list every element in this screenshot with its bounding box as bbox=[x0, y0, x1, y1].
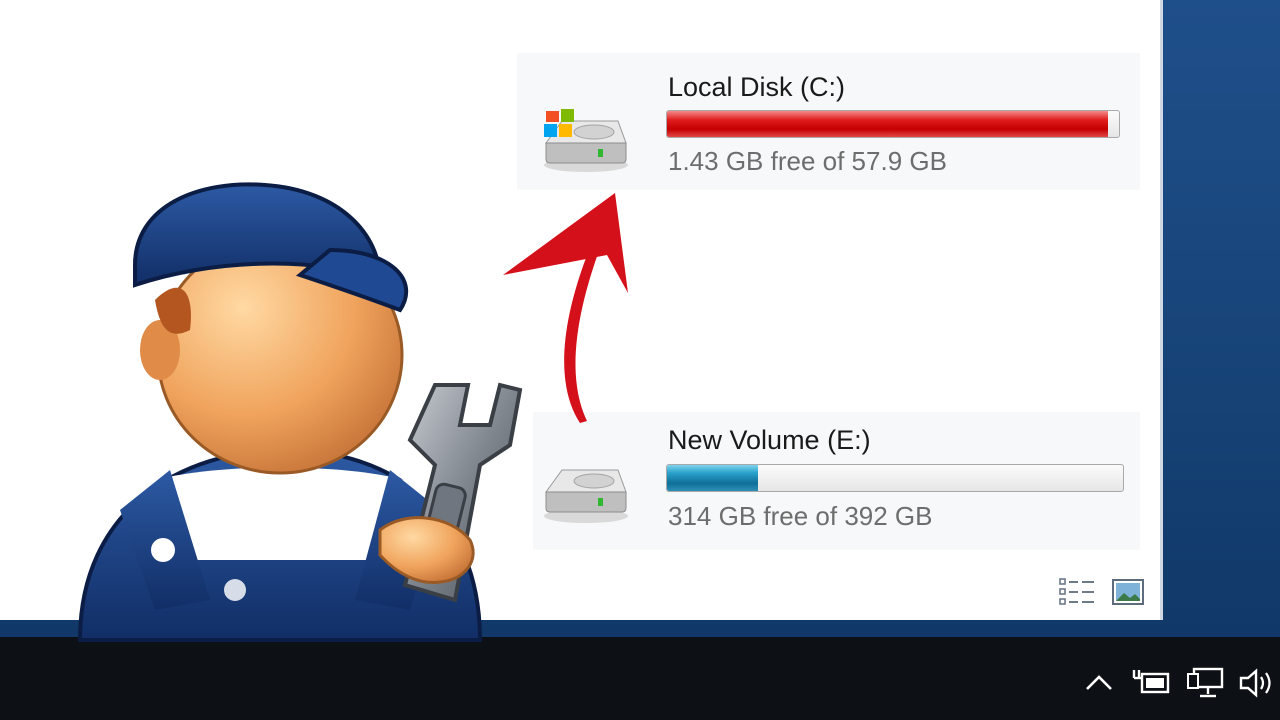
drive-name-e: New Volume (E:) bbox=[668, 425, 871, 455]
windows-drive-icon bbox=[544, 109, 628, 172]
volume-icon[interactable] bbox=[1238, 666, 1278, 700]
drive-name-c: Local Disk (C:) bbox=[668, 72, 846, 102]
chevron-up-icon[interactable] bbox=[1084, 672, 1114, 692]
drive-usage-fill-e bbox=[667, 465, 759, 491]
battery-plug-icon[interactable] bbox=[1132, 666, 1172, 700]
drive-icon bbox=[544, 469, 628, 523]
drive-free-text-e: 314 GB free of 392 GB bbox=[668, 501, 933, 531]
details-view-icon[interactable] bbox=[1058, 577, 1096, 607]
drive-usage-fill-c bbox=[667, 111, 1108, 137]
mechanic-wrench-icon bbox=[77, 182, 523, 642]
network-icon[interactable] bbox=[1186, 666, 1226, 700]
drive-free-text-c: 1.43 GB free of 57.9 GB bbox=[668, 146, 947, 176]
preview-pane-icon[interactable] bbox=[1110, 577, 1148, 607]
drive-usage-bar-e bbox=[666, 464, 1124, 492]
drive-usage-bar-c bbox=[666, 110, 1120, 138]
